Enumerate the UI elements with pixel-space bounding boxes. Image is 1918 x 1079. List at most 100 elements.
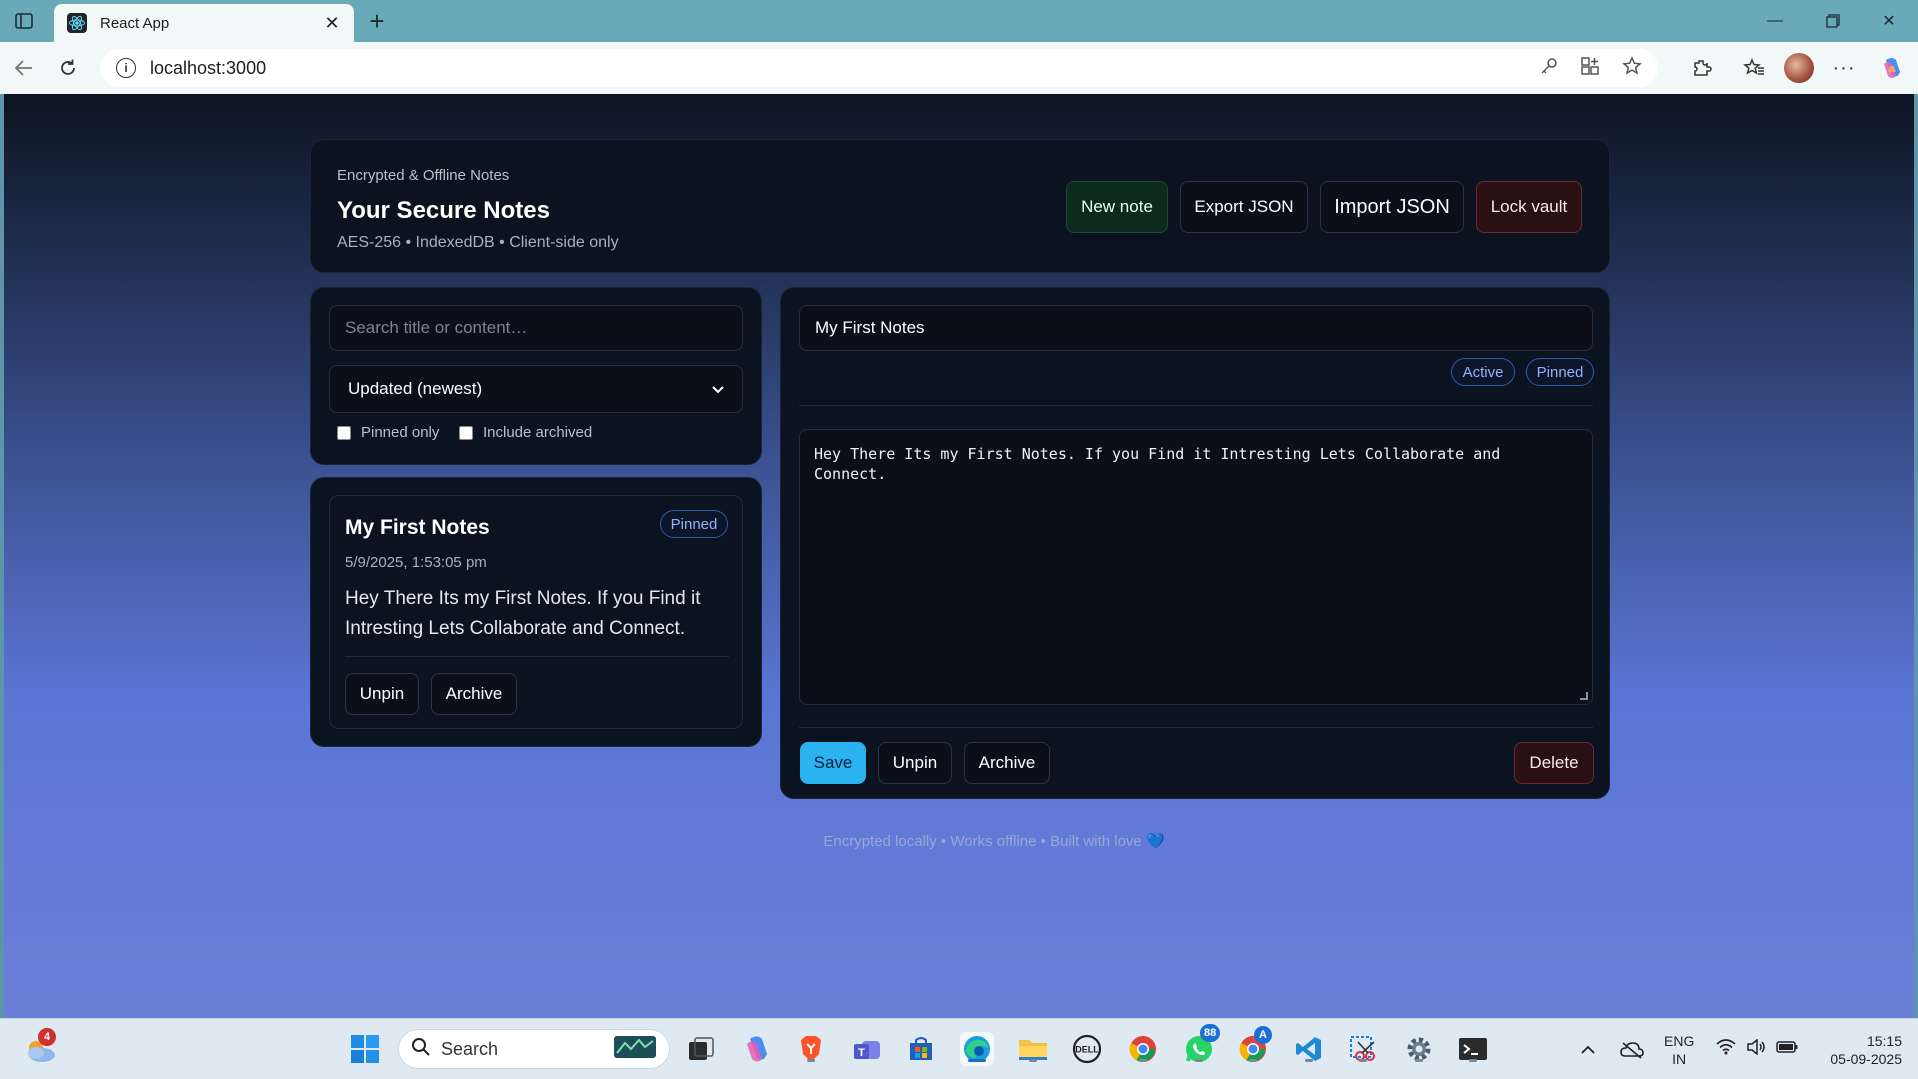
running-indicator xyxy=(1305,1059,1313,1062)
window-close-icon[interactable]: ✕ xyxy=(1866,6,1912,36)
include-archived-filter[interactable]: Include archived xyxy=(459,424,592,441)
windows-start-icon[interactable] xyxy=(348,1032,382,1066)
unpin-button[interactable]: Unpin xyxy=(878,742,952,784)
more-options-icon[interactable]: ··· xyxy=(1828,53,1860,83)
chevron-down-icon xyxy=(712,379,724,399)
address-url: localhost:3000 xyxy=(150,57,267,78)
new-tab-icon[interactable]: + xyxy=(362,6,392,36)
taskbar-search-label: Search xyxy=(441,1038,499,1059)
taskbar-search-box[interactable]: Search xyxy=(398,1029,670,1069)
language-top: ENG xyxy=(1664,1032,1695,1049)
running-indicator xyxy=(1415,1059,1423,1062)
whatsapp-badge: 88 xyxy=(1200,1024,1221,1042)
chrome-icon[interactable] xyxy=(1126,1032,1160,1066)
note-content-textarea[interactable]: Hey There Its my First Notes. If you Fin… xyxy=(799,429,1593,705)
page-viewport: Encrypted & Offline Notes Your Secure No… xyxy=(4,94,1914,1018)
back-icon[interactable] xyxy=(8,53,40,83)
page-footer: Encrypted locally • Works offline • Buil… xyxy=(4,832,1914,850)
minimize-icon[interactable]: — xyxy=(1752,6,1798,36)
volume-icon xyxy=(1746,1038,1766,1060)
app-eyebrow: Encrypted & Offline Notes xyxy=(337,167,510,184)
address-bar[interactable]: i localhost:3000 xyxy=(100,49,1658,87)
site-info-icon[interactable]: i xyxy=(116,58,136,78)
whatsapp-icon[interactable]: 88 xyxy=(1182,1024,1221,1066)
refresh-icon[interactable] xyxy=(52,53,84,83)
key-icon[interactable] xyxy=(1540,57,1558,80)
header-card: Encrypted & Offline Notes Your Secure No… xyxy=(310,139,1610,273)
footer-text: Encrypted locally • Works offline • Buil… xyxy=(823,833,1165,850)
copilot-app-icon[interactable] xyxy=(740,1032,774,1066)
brave-browser-icon[interactable] xyxy=(794,1032,828,1066)
profile-avatar[interactable] xyxy=(1784,53,1814,83)
page-subtitle: AES-256 • IndexedDB • Client-side only xyxy=(337,234,619,251)
favorite-star-icon[interactable] xyxy=(1622,55,1642,81)
import-json-button[interactable]: Import JSON xyxy=(1320,181,1464,233)
note-item-title: My First Notes xyxy=(345,516,490,539)
note-item-date: 5/9/2025, 1:53:05 pm xyxy=(345,554,487,571)
restore-icon[interactable] xyxy=(1810,6,1856,36)
status-badge: Active xyxy=(1451,358,1515,386)
tab-close-icon[interactable]: ✕ xyxy=(322,13,342,33)
note-title-input[interactable]: My First Notes xyxy=(799,305,1593,351)
extensions-icon[interactable] xyxy=(1686,53,1718,83)
running-indicator xyxy=(968,1059,986,1062)
divider xyxy=(799,405,1593,406)
divider xyxy=(799,727,1593,728)
clock-date: 05-09-2025 xyxy=(1830,1050,1902,1067)
filter-card: Updated (newest) Pinned only Include arc… xyxy=(310,287,762,465)
clock[interactable]: 15:15 05-09-2025 xyxy=(1814,1019,1902,1079)
task-view-icon[interactable] xyxy=(684,1032,718,1066)
teams-icon[interactable]: T xyxy=(850,1032,884,1066)
quick-settings[interactable] xyxy=(1716,1019,1798,1079)
microsoft-store-icon[interactable] xyxy=(904,1032,938,1066)
sort-select[interactable]: Updated (newest) xyxy=(329,365,743,413)
settings-icon[interactable] xyxy=(1402,1032,1436,1066)
browser-tab-bar: React App ✕ + — ✕ xyxy=(0,0,1918,42)
taskbar: 4 Search T DELL 88 A ENG IN 15:15 05-09-… xyxy=(0,1018,1918,1079)
include-archived-checkbox[interactable] xyxy=(459,425,473,440)
note-item-unpin-button[interactable]: Unpin xyxy=(345,673,419,715)
new-note-button[interactable]: New note xyxy=(1066,181,1168,233)
resize-handle-icon[interactable] xyxy=(1580,692,1588,700)
clock-time: 15:15 xyxy=(1866,1032,1902,1049)
terminal-icon[interactable] xyxy=(1456,1032,1490,1066)
tab-actions-icon[interactable] xyxy=(10,8,38,34)
react-icon xyxy=(66,12,88,34)
pinned-badge: Pinned xyxy=(1526,358,1594,386)
lock-vault-button[interactable]: Lock vault xyxy=(1476,181,1582,233)
snipping-tool-icon[interactable] xyxy=(1346,1032,1380,1066)
editor-card: My First Notes Active Pinned Hey There I… xyxy=(780,287,1610,799)
copilot-icon[interactable] xyxy=(1876,53,1908,83)
chrome-profile-icon[interactable]: A xyxy=(1236,1026,1272,1066)
browser-tab-active[interactable]: React App ✕ xyxy=(54,4,354,42)
pinned-only-checkbox[interactable] xyxy=(337,425,351,440)
search-input[interactable] xyxy=(329,305,743,351)
file-explorer-icon[interactable] xyxy=(1016,1032,1050,1066)
divider xyxy=(345,656,729,657)
running-indicator xyxy=(1359,1059,1367,1062)
vscode-icon[interactable] xyxy=(1292,1032,1326,1066)
note-content-text: Hey There Its my First Notes. If you Fin… xyxy=(814,445,1501,483)
language-bottom: IN xyxy=(1672,1050,1687,1067)
wifi-icon xyxy=(1716,1039,1736,1060)
note-item-preview: Hey There Its my First Notes. If you Fin… xyxy=(345,588,701,639)
export-json-button[interactable]: Export JSON xyxy=(1180,181,1308,233)
dell-icon[interactable]: DELL xyxy=(1070,1032,1104,1066)
pinned-only-filter[interactable]: Pinned only xyxy=(337,424,439,441)
favorites-icon[interactable] xyxy=(1738,53,1770,83)
running-indicator xyxy=(1469,1059,1477,1062)
app-available-icon[interactable] xyxy=(1580,56,1600,81)
note-item-archive-button[interactable]: Archive xyxy=(431,673,517,715)
edge-browser-icon[interactable] xyxy=(960,1032,994,1066)
save-button[interactable]: Save xyxy=(800,742,866,784)
delete-button[interactable]: Delete xyxy=(1514,742,1594,784)
language-indicator[interactable]: ENG IN xyxy=(1664,1019,1694,1079)
list-item[interactable]: My First Notes Pinned 5/9/2025, 1:53:05 … xyxy=(329,495,743,729)
running-indicator xyxy=(807,1059,815,1062)
archive-button[interactable]: Archive xyxy=(964,742,1050,784)
search-icon xyxy=(411,1037,431,1062)
onedrive-icon[interactable] xyxy=(1620,1019,1644,1079)
tray-overflow-icon[interactable] xyxy=(1580,1019,1596,1079)
weather-widget[interactable]: 4 xyxy=(22,1028,60,1066)
pinned-only-label: Pinned only xyxy=(361,424,440,441)
